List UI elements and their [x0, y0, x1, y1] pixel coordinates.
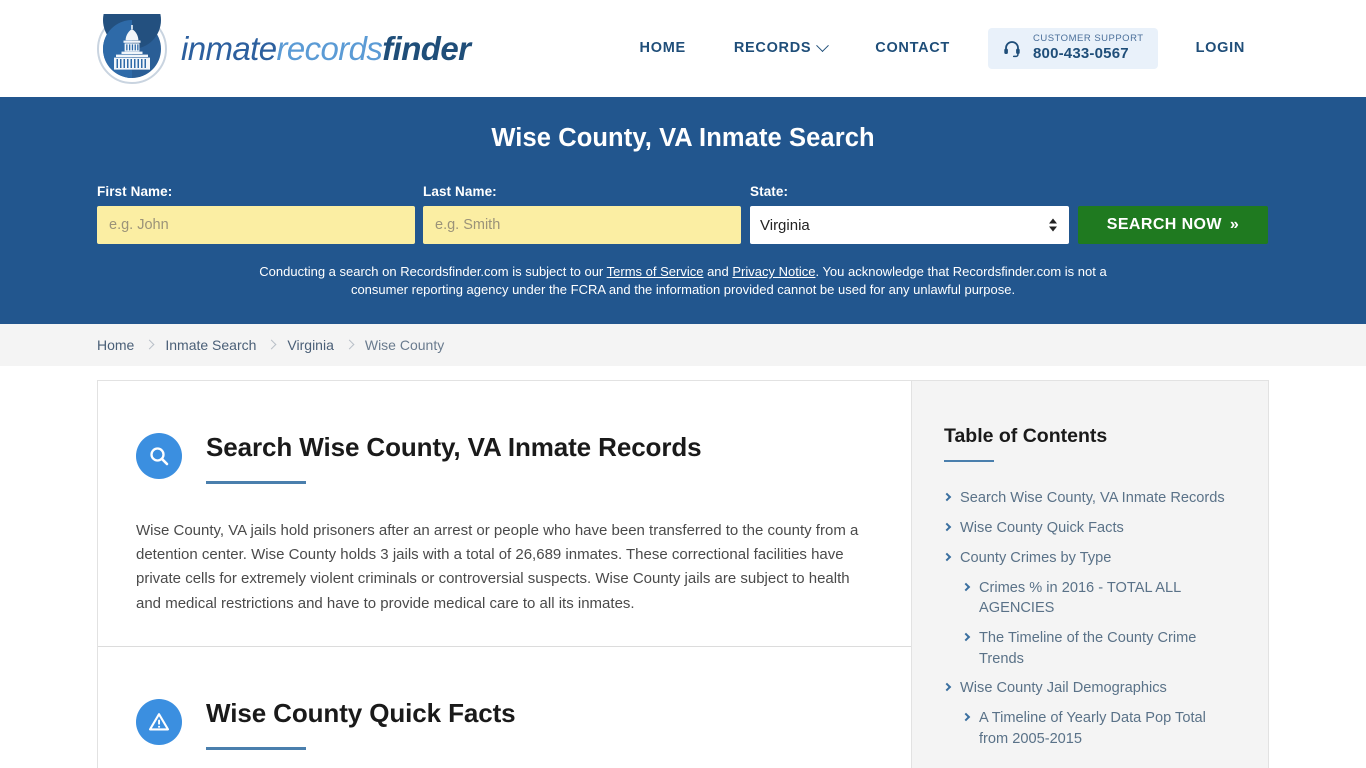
- section-search-inmate-records: Search Wise County, VA Inmate Records Wi…: [98, 381, 911, 646]
- chevron-right-icon: [942, 493, 952, 502]
- nav-item-records[interactable]: RECORDS: [710, 30, 851, 66]
- search-now-label: SEARCH NOW: [1106, 216, 1222, 233]
- chevron-right-icon: [344, 339, 355, 350]
- chevron-down-icon: [816, 39, 830, 53]
- disclaimer-part-1: Conducting a search on Recordsfinder.com…: [259, 264, 607, 279]
- nav-item-login[interactable]: LOGIN: [1172, 30, 1269, 66]
- section-header: Wise County Quick Facts: [136, 697, 873, 750]
- wordmark-inmate: inmate: [181, 29, 277, 67]
- toc-link[interactable]: Search Wise County, VA Inmate Records: [960, 488, 1225, 509]
- section-header: Search Wise County, VA Inmate Records: [136, 431, 873, 484]
- toc-item[interactable]: Wise County Jail Demographics: [942, 678, 1236, 699]
- capitol-dome-icon: [97, 0, 167, 84]
- first-name-label: First Name:: [97, 184, 173, 199]
- section-underline: [206, 746, 306, 750]
- nav-item-home-label: HOME: [639, 40, 686, 57]
- first-name-group: First Name:: [97, 184, 415, 244]
- support-phone: 800-433-0567: [1032, 45, 1129, 63]
- toc-item[interactable]: Wise County Quick Facts: [942, 518, 1236, 539]
- section-underline: [206, 480, 306, 484]
- chevron-right-icon: [942, 522, 952, 532]
- main-navigation: HOME RECORDS CONTACT CUSTOMER SUPPORT 80…: [616, 28, 1269, 69]
- page-body: Search Wise County, VA Inmate Records Wi…: [0, 365, 1366, 768]
- last-name-label: Last Name:: [423, 184, 497, 199]
- toc-list: Search Wise County, VA Inmate Records Wi…: [942, 488, 1236, 749]
- last-name-input[interactable]: [423, 206, 741, 244]
- section-title: Wise County Quick Facts: [206, 697, 516, 728]
- nav-item-records-label: RECORDS: [733, 40, 812, 57]
- chevron-right-icon: [961, 582, 971, 591]
- chevron-right-icon: [942, 683, 952, 692]
- site-header: inmaterecordsfinder HOME RECORDS CONTACT: [0, 0, 1366, 97]
- warning-triangle-icon: [136, 698, 182, 745]
- toc-link[interactable]: Wise County Quick Facts: [960, 518, 1124, 539]
- chevron-right-icon: [961, 632, 971, 642]
- toc-item[interactable]: County Crimes by Type: [942, 548, 1236, 569]
- state-label: State:: [750, 184, 789, 199]
- toc-title: Table of Contents: [944, 424, 1108, 447]
- chevron-right-icon: [266, 339, 277, 350]
- toc-item[interactable]: Search Wise County, VA Inmate Records: [942, 488, 1236, 509]
- inmate-search-form: First Name: Last Name: State: Virginia S…: [97, 184, 1269, 244]
- chevron-right-icon: [961, 712, 971, 722]
- toc-link[interactable]: Wise County Jail Demographics: [960, 678, 1167, 699]
- nav-item-contact[interactable]: CONTACT: [851, 30, 974, 66]
- search-now-button[interactable]: SEARCH NOW »: [1078, 206, 1268, 244]
- first-name-input[interactable]: [97, 206, 415, 244]
- breadcrumb: Home Inmate Search Virginia Wise County: [0, 323, 1366, 366]
- support-text: CUSTOMER SUPPORT 800-433-0567: [1032, 33, 1144, 63]
- double-chevron-right-icon: »: [1229, 216, 1240, 233]
- toc-item[interactable]: A Timeline of Yearly Data Pop Total from…: [944, 708, 1236, 749]
- breadcrumb-item-virginia[interactable]: Virginia: [287, 337, 333, 353]
- last-name-group: Last Name:: [423, 184, 741, 244]
- toc-link[interactable]: Crimes % in 2016 - TOTAL ALL AGENCIES: [979, 578, 1236, 619]
- nav-item-home[interactable]: HOME: [616, 30, 710, 66]
- support-label: CUSTOMER SUPPORT: [1032, 33, 1144, 45]
- main-content-card: Search Wise County, VA Inmate Records Wi…: [97, 379, 911, 768]
- toc-item[interactable]: The Timeline of the County Crime Trends: [944, 628, 1236, 669]
- wordmark-records: records: [276, 29, 383, 67]
- inmate-search-banner: Wise County, VA Inmate Search First Name…: [0, 97, 1366, 324]
- page-title: Wise County, VA Inmate Search: [491, 124, 875, 152]
- nav-item-login-label: LOGIN: [1195, 40, 1245, 57]
- toc-underline: [944, 459, 994, 463]
- toc-link[interactable]: County Crimes by Type: [960, 548, 1111, 569]
- state-select-wrap: Virginia: [750, 206, 1069, 244]
- breadcrumb-item-inmate-search[interactable]: Inmate Search: [165, 337, 256, 353]
- customer-support-badge[interactable]: CUSTOMER SUPPORT 800-433-0567: [987, 28, 1158, 69]
- chevron-right-icon: [144, 339, 155, 350]
- brand-logo[interactable]: inmaterecordsfinder: [97, 0, 471, 84]
- nav-item-contact-label: CONTACT: [875, 40, 950, 57]
- search-icon: [136, 432, 182, 479]
- section-title: Search Wise County, VA Inmate Records: [206, 431, 702, 462]
- brand-wordmark: inmaterecordsfinder: [181, 29, 471, 68]
- headset-icon: [1002, 38, 1022, 58]
- wordmark-finder: finder: [382, 29, 471, 67]
- toc-link[interactable]: A Timeline of Yearly Data Pop Total from…: [979, 708, 1236, 749]
- toc-item[interactable]: Crimes % in 2016 - TOTAL ALL AGENCIES: [944, 578, 1236, 619]
- section-title-wrap: Search Wise County, VA Inmate Records: [206, 431, 702, 484]
- disclaimer-part-2: and: [703, 264, 733, 279]
- section-quick-facts: Wise County Quick Facts: [98, 645, 911, 768]
- chevron-right-icon: [942, 552, 952, 562]
- table-of-contents: Table of Contents Search Wise County, VA…: [911, 379, 1269, 768]
- state-select[interactable]: Virginia: [750, 206, 1069, 244]
- breadcrumb-item-home[interactable]: Home: [97, 337, 134, 353]
- toc-link[interactable]: The Timeline of the County Crime Trends: [979, 628, 1236, 669]
- terms-of-service-link[interactable]: Terms of Service: [607, 264, 704, 279]
- section-body-text: Wise County, VA jails hold prisoners aft…: [136, 521, 859, 612]
- breadcrumb-item-current: Wise County: [364, 336, 445, 353]
- search-disclaimer: Conducting a search on Recordsfinder.com…: [253, 263, 1113, 300]
- section-title-wrap: Wise County Quick Facts: [206, 697, 516, 750]
- privacy-notice-link[interactable]: Privacy Notice: [732, 264, 815, 279]
- state-group: State: Virginia: [750, 184, 1069, 244]
